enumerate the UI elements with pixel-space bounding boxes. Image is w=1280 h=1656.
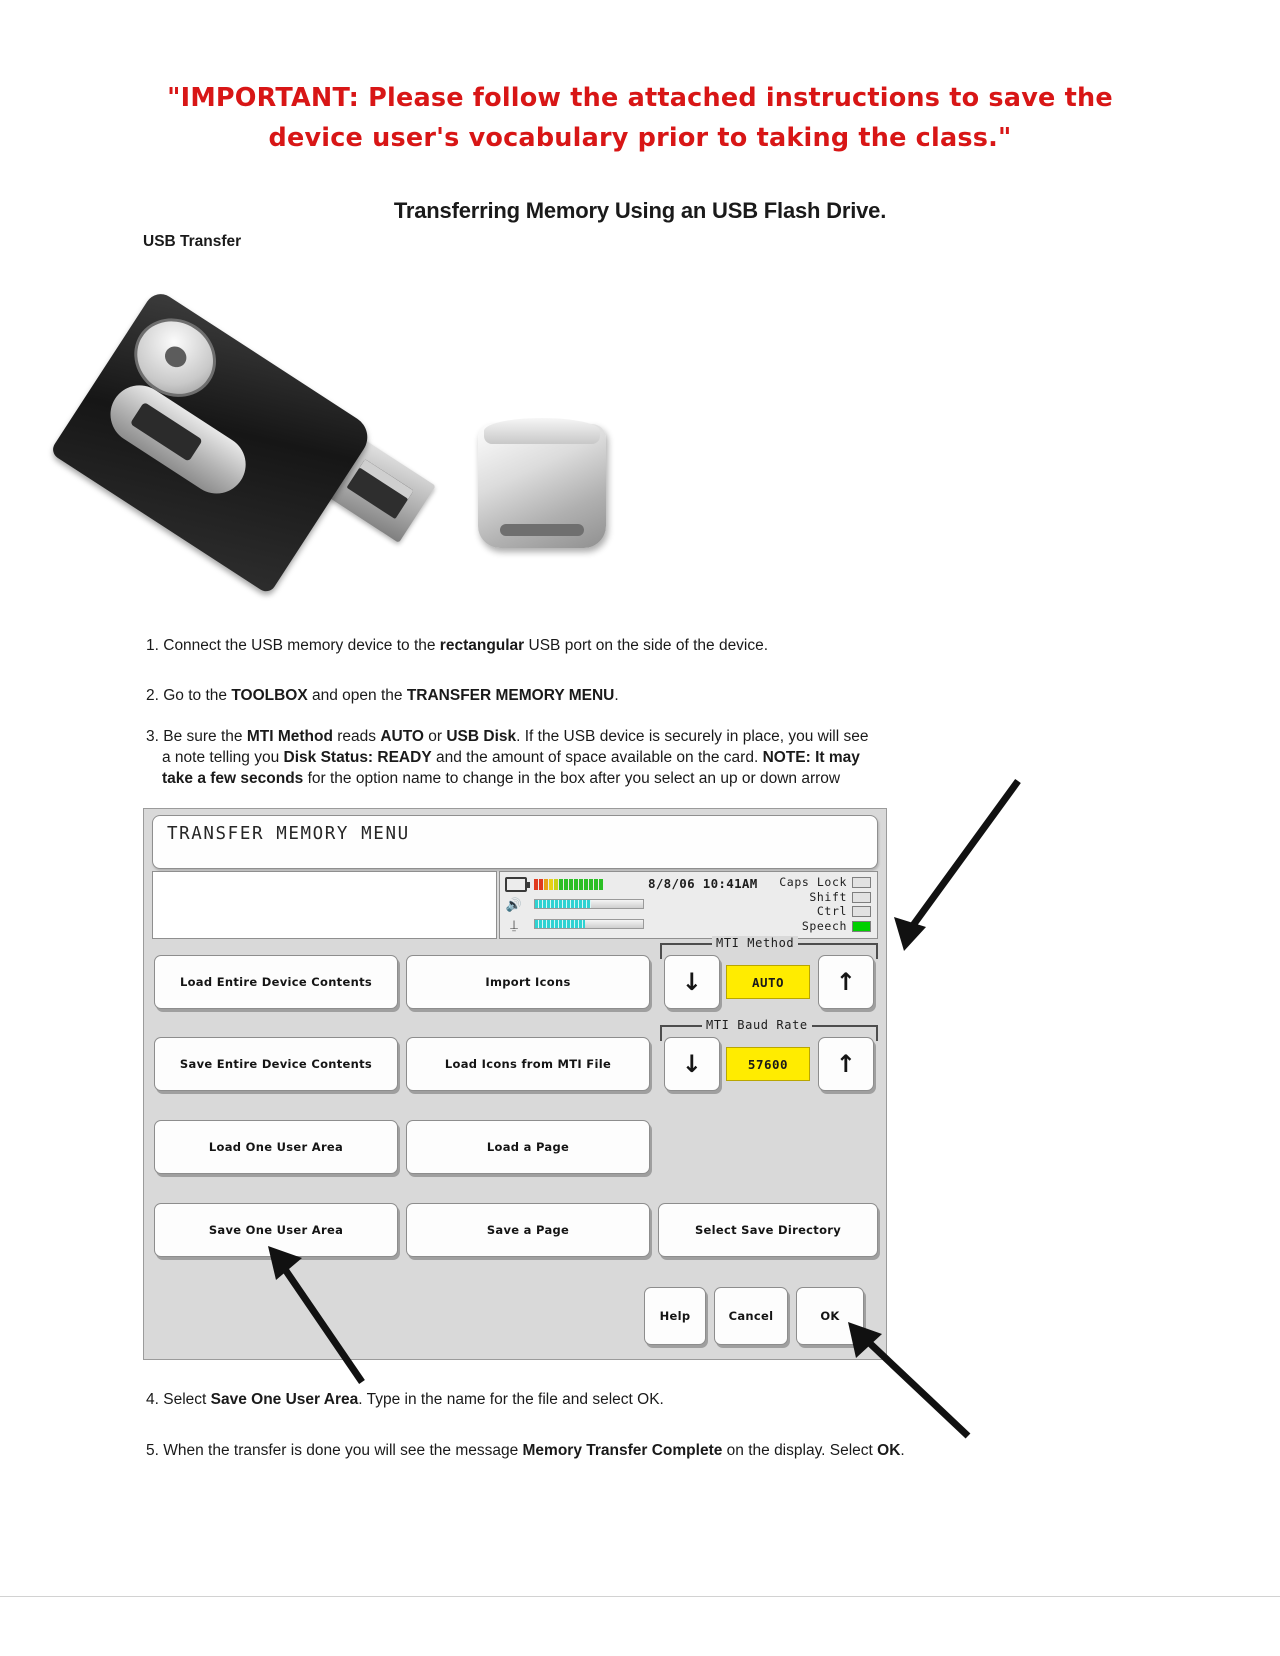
caps-lock-indicator — [852, 877, 871, 888]
speaker-volume-slider[interactable] — [534, 899, 644, 909]
step-3-text-m: for the option name to change in the box… — [303, 770, 841, 787]
annotation-arrow-save-one-user-area — [268, 1246, 365, 1384]
battery-level-meter — [534, 879, 603, 890]
usb-body-image — [49, 288, 376, 596]
step-3-bold-mti-method: MTI Method — [246, 728, 333, 745]
notice-line-2: device user's vocabulary prior to taking… — [268, 123, 1012, 153]
step-2-text-e: . — [614, 687, 619, 704]
load-icons-from-mti-file-button[interactable]: Load Icons from MTI File — [406, 1037, 650, 1091]
speaker-icon: 🔊 — [505, 897, 523, 912]
step-3-number: 3. — [146, 728, 159, 745]
step-1-text-c: USB port on the side of the device. — [524, 637, 769, 654]
step-3-text-h: a note telling you — [162, 749, 284, 766]
mti-method-up-arrow-button[interactable]: ↑ — [818, 955, 874, 1009]
mti-method-value: AUTO — [726, 965, 810, 999]
notice-line-1: "IMPORTANT: Please follow the attached i… — [167, 83, 1113, 113]
usb-flash-drive-photo — [49, 272, 628, 602]
flag-caps-lock: Caps Lock — [779, 875, 871, 890]
step-1-number: 1. — [146, 637, 159, 654]
load-a-page-button[interactable]: Load a Page — [406, 1120, 650, 1174]
import-icons-button[interactable]: Import Icons — [406, 955, 650, 1009]
headphone-volume-slider[interactable] — [534, 919, 644, 929]
step-5-text-c: on the display. Select — [722, 1442, 878, 1459]
step-3-text-e: or — [423, 728, 447, 745]
select-save-directory-button[interactable]: Select Save Directory — [658, 1203, 878, 1257]
step-4-text-c: . Type in the name for the file and sele… — [358, 1391, 664, 1408]
step-5-number: 5. — [146, 1442, 159, 1459]
flag-ctrl: Ctrl — [779, 904, 871, 919]
device-window-titlebar: TRANSFER MEMORY MENU — [152, 815, 878, 869]
instruction-step-1: 1. Connect the USB memory device to the … — [146, 635, 1046, 656]
usb-cap-image — [478, 418, 606, 548]
step-2-bold-toolbox: TOOLBOX — [231, 687, 308, 704]
device-window-title: TRANSFER MEMORY MENU — [167, 824, 410, 844]
flag-speech: Speech — [779, 919, 871, 934]
step-5-text-e: . — [900, 1442, 905, 1459]
mti-baud-rate-up-arrow-button[interactable]: ↑ — [818, 1037, 874, 1091]
important-notice: "IMPORTANT: Please follow the attached i… — [140, 78, 1140, 158]
mti-baud-rate-value: 57600 — [726, 1047, 810, 1081]
usb-loop-hole — [161, 342, 191, 372]
ctrl-indicator — [852, 906, 871, 917]
status-datetime: 8/8/06 10:41AM — [648, 876, 758, 891]
step-3-bold-usb-disk: USB Disk — [446, 728, 517, 745]
step-1-text-a: Connect the USB memory device to the — [158, 637, 440, 654]
section-subtitle: USB Transfer — [143, 233, 242, 250]
device-status-bar: 🔊 ⍊ 8/8/06 10:41AM Caps Lock Shift Ctrl … — [499, 871, 878, 939]
step-5-text-a: When the transfer is done you will see t… — [158, 1442, 523, 1459]
step-3-bold-auto: AUTO — [380, 728, 424, 745]
step-3-text-j: and the amount of space available on the… — [431, 749, 763, 766]
load-one-user-area-button[interactable]: Load One User Area — [154, 1120, 398, 1174]
step-5-bold-memory-transfer-complete: Memory Transfer Complete — [522, 1442, 723, 1459]
step-5-bold-ok: OK — [877, 1442, 901, 1459]
mti-baud-rate-down-arrow-button[interactable]: ↓ — [664, 1037, 720, 1091]
annotation-arrow-mti-method — [894, 778, 1021, 951]
load-entire-device-contents-button[interactable]: Load Entire Device Contents — [154, 955, 398, 1009]
page-title: Transferring Memory Using an USB Flash D… — [393, 198, 887, 223]
step-2-text-a: Go to the — [158, 687, 232, 704]
status-indicator-flags: Caps Lock Shift Ctrl Speech — [779, 875, 871, 933]
speech-indicator — [852, 920, 871, 932]
mti-method-down-arrow-button[interactable]: ↓ — [664, 955, 720, 1009]
step-1-bold-rectangular: rectangular — [439, 637, 525, 654]
step-2-bold-transfer-memory-menu: TRANSFER MEMORY MENU — [406, 687, 615, 704]
step-4-text-a: Select — [158, 1391, 211, 1408]
save-a-page-button[interactable]: Save a Page — [406, 1203, 650, 1257]
step-2-number: 2. — [146, 687, 159, 704]
step-2-text-c: and open the — [307, 687, 407, 704]
document-page: "IMPORTANT: Please follow the attached i… — [0, 0, 1280, 1656]
instruction-step-5: 5. When the transfer is done you will se… — [146, 1440, 1076, 1461]
step-3-bold-take-a-few-seconds: take a few seconds — [162, 770, 304, 787]
step-4-bold-save-one-user-area: Save One User Area — [210, 1391, 359, 1408]
mti-baud-rate-label: MTI Baud Rate — [702, 1018, 812, 1032]
flag-shift: Shift — [779, 890, 871, 905]
instruction-step-4: 4. Select Save One User Area. Type in th… — [146, 1389, 1046, 1410]
cancel-button[interactable]: Cancel — [714, 1287, 788, 1345]
page-footer-divider — [0, 1596, 1280, 1597]
help-button[interactable]: Help — [644, 1287, 706, 1345]
annotation-arrow-ok-button — [848, 1322, 971, 1439]
filename-input[interactable] — [152, 871, 497, 939]
step-3-bold-note: NOTE: It may — [762, 749, 860, 766]
headphone-icon: ⍊ — [510, 917, 518, 932]
step-3-text-g: . If the USB device is securely in place… — [516, 728, 869, 745]
mti-method-label: MTI Method — [712, 936, 799, 950]
step-4-number: 4. — [146, 1391, 159, 1408]
step-3-text-c: reads — [332, 728, 381, 745]
step-3-line-2: a note telling you Disk Status: READY an… — [146, 747, 1026, 768]
step-3-bold-disk-status: Disk Status: READY — [283, 749, 432, 766]
step-3-text-a: Be sure the — [158, 728, 247, 745]
instruction-step-2: 2. Go to the TOOLBOX and open the TRANSF… — [146, 685, 1046, 706]
save-entire-device-contents-button[interactable]: Save Entire Device Contents — [154, 1037, 398, 1091]
shift-indicator — [852, 891, 871, 903]
battery-icon — [505, 877, 530, 892]
